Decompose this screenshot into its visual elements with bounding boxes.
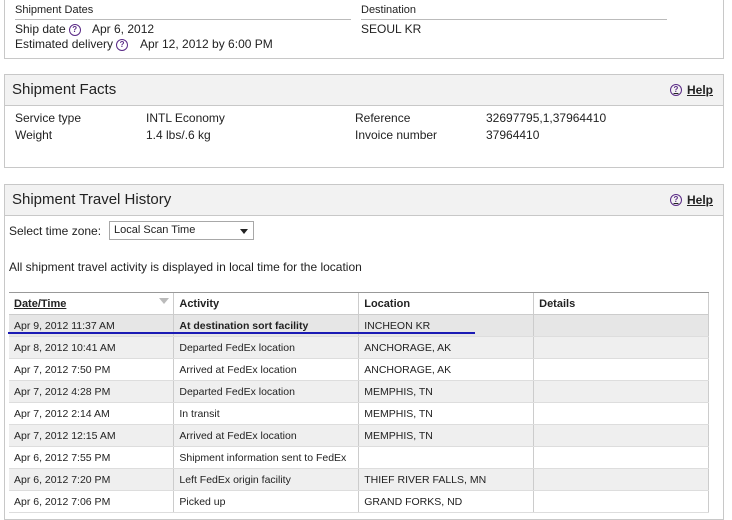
row-location: THIEF RIVER FALLS, MN — [358, 468, 535, 491]
destination-divider — [361, 19, 667, 20]
invoice-number-value: 37964410 — [486, 128, 540, 142]
weight-value: 1.4 lbs/.6 kg — [146, 128, 211, 142]
reference-label: Reference — [355, 111, 411, 125]
table-row: Apr 8, 2012 10:41 AM Departed FedEx loca… — [9, 336, 709, 359]
table-row: Apr 7, 2012 12:15 AM Arrived at FedEx lo… — [9, 424, 709, 447]
column-header-location: Location — [358, 293, 535, 315]
row-location: MEMPHIS, TN — [358, 380, 535, 403]
dates-divider — [15, 19, 351, 20]
shipment-facts-title: Shipment Facts — [12, 81, 117, 98]
question-circle-icon: ? — [669, 194, 682, 206]
table-row: Apr 6, 2012 7:55 PM Shipment information… — [9, 446, 709, 469]
row-activity: Picked up — [173, 490, 360, 513]
travel-history-panel: Shipment Travel History ? Help Select tim… — [4, 184, 724, 520]
service-type-value: INTL Economy — [146, 111, 225, 125]
row-activity: In transit — [173, 402, 360, 425]
sort-caret-icon[interactable] — [159, 298, 170, 304]
travel-history-title: Shipment Travel History — [12, 191, 172, 208]
row-activity: Departed FedEx location — [173, 380, 360, 403]
column-header-activity: Activity — [173, 293, 360, 315]
service-type-label: Service type — [15, 111, 82, 125]
timezone-selected-value: Local Scan Time — [114, 224, 196, 236]
row-details — [533, 402, 709, 425]
row-details — [533, 380, 709, 403]
column-header-datetime[interactable]: Date/Time — [9, 293, 175, 315]
shipment-facts-header: Shipment Facts ? Help — [5, 75, 723, 106]
row-details — [533, 314, 709, 337]
ship-date-label: Ship date? — [15, 22, 81, 36]
row-location: MEMPHIS, TN — [358, 424, 535, 447]
table-row: Apr 7, 2012 2:14 AM In transit MEMPHIS, … — [9, 402, 709, 425]
row-details — [533, 446, 709, 469]
row-activity: Left FedEx origin facility — [173, 468, 360, 491]
row-details — [533, 336, 709, 359]
question-circle-icon: ? — [669, 84, 682, 96]
help-link[interactable]: ? Help — [669, 83, 713, 97]
row-details — [533, 468, 709, 491]
question-circle-icon[interactable]: ? — [116, 39, 129, 51]
column-header-details: Details — [533, 293, 709, 315]
row-location — [358, 446, 535, 469]
table-row: Apr 6, 2012 7:20 PM Left FedEx origin fa… — [9, 468, 709, 491]
row-activity: Arrived at FedEx location — [173, 424, 360, 447]
annotation-underline — [8, 332, 475, 334]
timezone-select[interactable]: Local Scan Time — [109, 221, 254, 240]
row-datetime: Apr 7, 2012 7:50 PM — [9, 358, 175, 381]
table-row: Apr 7, 2012 7:50 PM Arrived at FedEx loc… — [9, 358, 709, 381]
timezone-label: Select time zone: — [9, 224, 102, 238]
est-delivery-label: Estimated delivery? — [15, 37, 129, 51]
row-details — [533, 424, 709, 447]
row-details — [533, 490, 709, 513]
ship-date-value: Apr 6, 2012 — [92, 22, 155, 36]
shipment-dates-heading: Shipment Dates — [15, 4, 94, 16]
destination-value: SEOUL KR — [361, 22, 422, 36]
timezone-row: Select time zone: Local Scan Time — [9, 219, 309, 243]
history-table: Date/Time Activity Location Details Apr … — [9, 293, 709, 513]
row-datetime: Apr 7, 2012 2:14 AM — [9, 402, 175, 425]
help-link[interactable]: ? Help — [669, 193, 713, 207]
row-details — [533, 358, 709, 381]
row-activity: Departed FedEx location — [173, 336, 360, 359]
est-delivery-value: Apr 12, 2012 by 6:00 PM — [140, 37, 273, 51]
sort-datetime-link[interactable]: Date/Time — [14, 298, 66, 310]
shipment-facts-panel: Shipment Facts ? Help Service type INTL E… — [4, 74, 724, 168]
chevron-down-icon — [240, 229, 248, 234]
destination-heading: Destination — [361, 4, 417, 16]
row-datetime: Apr 6, 2012 7:06 PM — [9, 490, 175, 513]
reference-value: 32697795,1,37964410 — [486, 111, 607, 125]
history-header-row: Date/Time Activity Location Details — [9, 293, 709, 315]
row-activity: Arrived at FedEx location — [173, 358, 360, 381]
row-location: GRAND FORKS, ND — [358, 490, 535, 513]
history-table-wrap: Date/Time Activity Location Details Apr … — [9, 292, 709, 513]
row-location: ANCHORAGE, AK — [358, 336, 535, 359]
row-datetime: Apr 7, 2012 4:28 PM — [9, 380, 175, 403]
row-datetime: Apr 8, 2012 10:41 AM — [9, 336, 175, 359]
invoice-number-label: Invoice number — [355, 128, 438, 142]
local-time-note: All shipment travel activity is displaye… — [9, 260, 362, 274]
table-row: Apr 7, 2012 4:28 PM Departed FedEx locat… — [9, 380, 709, 403]
row-datetime: Apr 6, 2012 7:20 PM — [9, 468, 175, 491]
row-datetime: Apr 6, 2012 7:55 PM — [9, 446, 175, 469]
travel-history-header: Shipment Travel History ? Help — [5, 185, 723, 216]
table-row: Apr 6, 2012 7:06 PM Picked up GRAND FORK… — [9, 490, 709, 513]
row-datetime: Apr 7, 2012 12:15 AM — [9, 424, 175, 447]
shipment-dates-panel: Shipment Dates Ship date? Apr 6, 2012 Es… — [4, 0, 724, 59]
question-circle-icon[interactable]: ? — [68, 24, 81, 36]
row-location: MEMPHIS, TN — [358, 402, 535, 425]
weight-label: Weight — [15, 128, 53, 142]
row-location: ANCHORAGE, AK — [358, 358, 535, 381]
row-activity: Shipment information sent to FedEx — [173, 446, 360, 469]
